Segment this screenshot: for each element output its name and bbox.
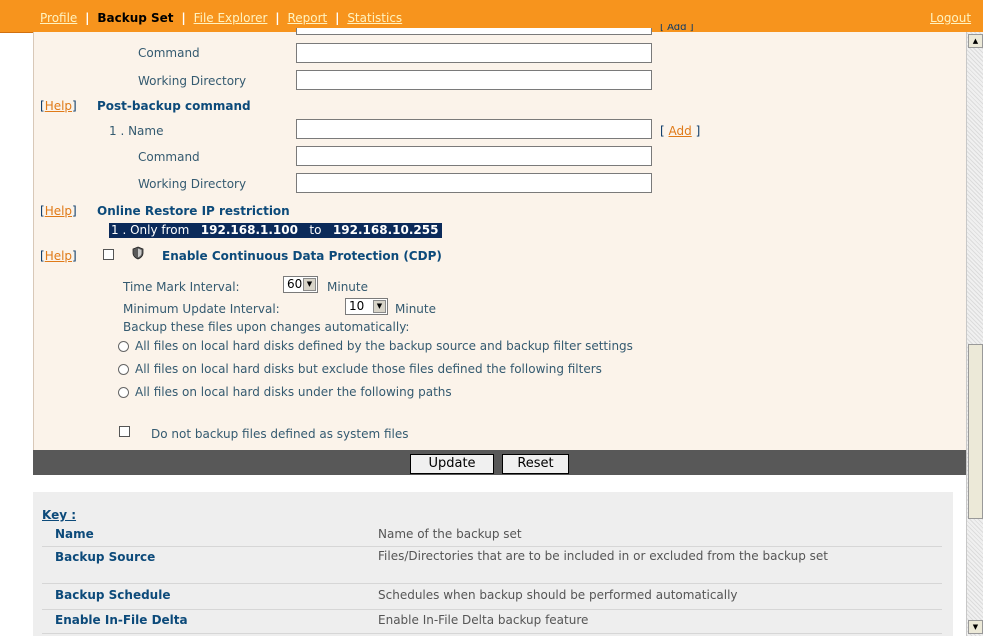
nav-file-explorer-link[interactable]: File Explorer: [194, 11, 268, 25]
time-mark-label: Time Mark Interval:: [123, 280, 240, 294]
nav-separator: |: [275, 11, 280, 25]
ip-to: 192.168.10.255: [332, 223, 439, 237]
logout-link[interactable]: Logout: [930, 11, 971, 25]
key-desc: Schedules when backup should be performe…: [378, 588, 738, 602]
reset-button[interactable]: Reset: [502, 454, 569, 474]
cdp-option-label: All files on local hard disks defined by…: [135, 339, 633, 353]
key-name: Name: [55, 527, 94, 541]
system-files-checkbox[interactable]: [119, 426, 130, 437]
cdp-enable-checkbox[interactable]: [103, 249, 114, 260]
cdp-help: [Help]: [40, 249, 77, 263]
key-desc: Enable In-File Delta backup feature: [378, 613, 589, 627]
key-name: Backup Schedule: [55, 588, 171, 602]
ip-restriction-title: Online Restore IP restriction: [97, 204, 290, 218]
min-update-unit: Minute: [395, 302, 436, 316]
nav-profile-link[interactable]: Profile: [40, 11, 77, 25]
bracket: [: [660, 124, 665, 138]
bracket: ]: [695, 124, 701, 138]
cdp-option-label: All files on local hard disks under the …: [135, 385, 452, 399]
ip-restriction-help: [Help]: [40, 204, 77, 218]
key-row: Name Name of the backup set: [42, 524, 942, 547]
bracket: ]: [72, 99, 77, 113]
post-backup-workdir-field[interactable]: [296, 173, 652, 193]
cdp-option-label: All files on local hard disks but exclud…: [135, 362, 602, 376]
nav-separator: |: [85, 11, 90, 25]
key-row: Backup Source Files/Directories that are…: [42, 546, 942, 584]
key-name: Enable In-File Delta: [55, 613, 188, 627]
cdp-option-radio[interactable]: [118, 341, 129, 352]
post-backup-name-field[interactable]: [296, 119, 652, 139]
nav-backup-set-link[interactable]: Backup Set: [97, 11, 173, 25]
min-update-value: 10: [349, 299, 365, 313]
key-title: Key :: [42, 508, 77, 522]
key-desc: Name of the backup set: [378, 527, 522, 541]
pre-backup-command-field[interactable]: [296, 43, 652, 63]
nav-separator: |: [181, 11, 186, 25]
ip-to-word: to: [309, 223, 322, 237]
ip-restriction-help-link[interactable]: Help: [45, 204, 72, 218]
action-bar: [33, 450, 966, 475]
pre-backup-workdir-field[interactable]: [296, 70, 652, 90]
update-button[interactable]: Update: [410, 454, 494, 474]
pre-backup-name-field[interactable]: [296, 28, 652, 35]
key-name: Backup Source: [55, 550, 156, 564]
min-update-select[interactable]: 10 ▼: [345, 298, 388, 315]
post-backup-help-link[interactable]: Help: [45, 99, 72, 113]
cdp-help-link[interactable]: Help: [45, 249, 72, 263]
post-backup-title: Post-backup command: [97, 99, 251, 113]
chevron-down-icon: ▼: [303, 278, 316, 291]
time-mark-select[interactable]: 60 ▼: [283, 276, 318, 293]
cdp-option-radio[interactable]: [118, 364, 129, 375]
post-backup-help: [Help]: [40, 99, 77, 113]
post-backup-name-label: 1 . Name: [109, 124, 164, 138]
shield-icon: [132, 246, 144, 260]
cdp-title: Enable Continuous Data Protection (CDP): [162, 249, 442, 263]
backup-on-change-label: Backup these files upon changes automati…: [123, 320, 410, 334]
scroll-up-icon[interactable]: ▲: [968, 34, 983, 48]
min-update-label: Minimum Update Interval:: [123, 302, 280, 316]
key-row: Enable In-File Delta Enable In-File Delt…: [42, 609, 942, 634]
post-backup-command-field[interactable]: [296, 146, 652, 166]
nav-links: Profile | Backup Set | File Explorer | R…: [40, 11, 402, 25]
vertical-scrollbar[interactable]: ▲ ▼: [966, 32, 983, 636]
pre-backup-add-link[interactable]: [ Add ]: [660, 24, 694, 32]
cdp-option-radio[interactable]: [118, 387, 129, 398]
scrollbar-thumb[interactable]: [968, 344, 983, 519]
pre-backup-command-label: Command: [138, 46, 200, 60]
post-backup-command-label: Command: [138, 150, 200, 164]
system-files-label: Do not backup files defined as system fi…: [151, 427, 409, 441]
ip-from: 192.168.1.100: [200, 223, 298, 237]
post-backup-add: [ Add ]: [660, 124, 700, 138]
ip-restriction-row[interactable]: 1 . Only from 192.168.1.100 to 192.168.1…: [109, 223, 443, 238]
nav-statistics-link[interactable]: Statistics: [347, 11, 402, 25]
ip-row-index: 1 .: [111, 223, 127, 237]
scroll-down-icon[interactable]: ▼: [968, 620, 983, 634]
time-mark-value: 60: [287, 277, 303, 291]
nav-separator: |: [335, 11, 340, 25]
post-backup-add-link[interactable]: Add: [669, 124, 692, 138]
ip-row-prefix: Only from: [130, 223, 190, 237]
pre-backup-workdir-label: Working Directory: [138, 74, 247, 88]
key-desc: Files/Directories that are to be include…: [378, 549, 828, 563]
key-row: Backup Schedule Schedules when backup sh…: [42, 583, 942, 610]
time-mark-unit: Minute: [327, 280, 368, 294]
post-backup-workdir-label: Working Directory: [138, 177, 247, 191]
nav-report-link[interactable]: Report: [287, 11, 327, 25]
chevron-down-icon: ▼: [373, 300, 386, 313]
